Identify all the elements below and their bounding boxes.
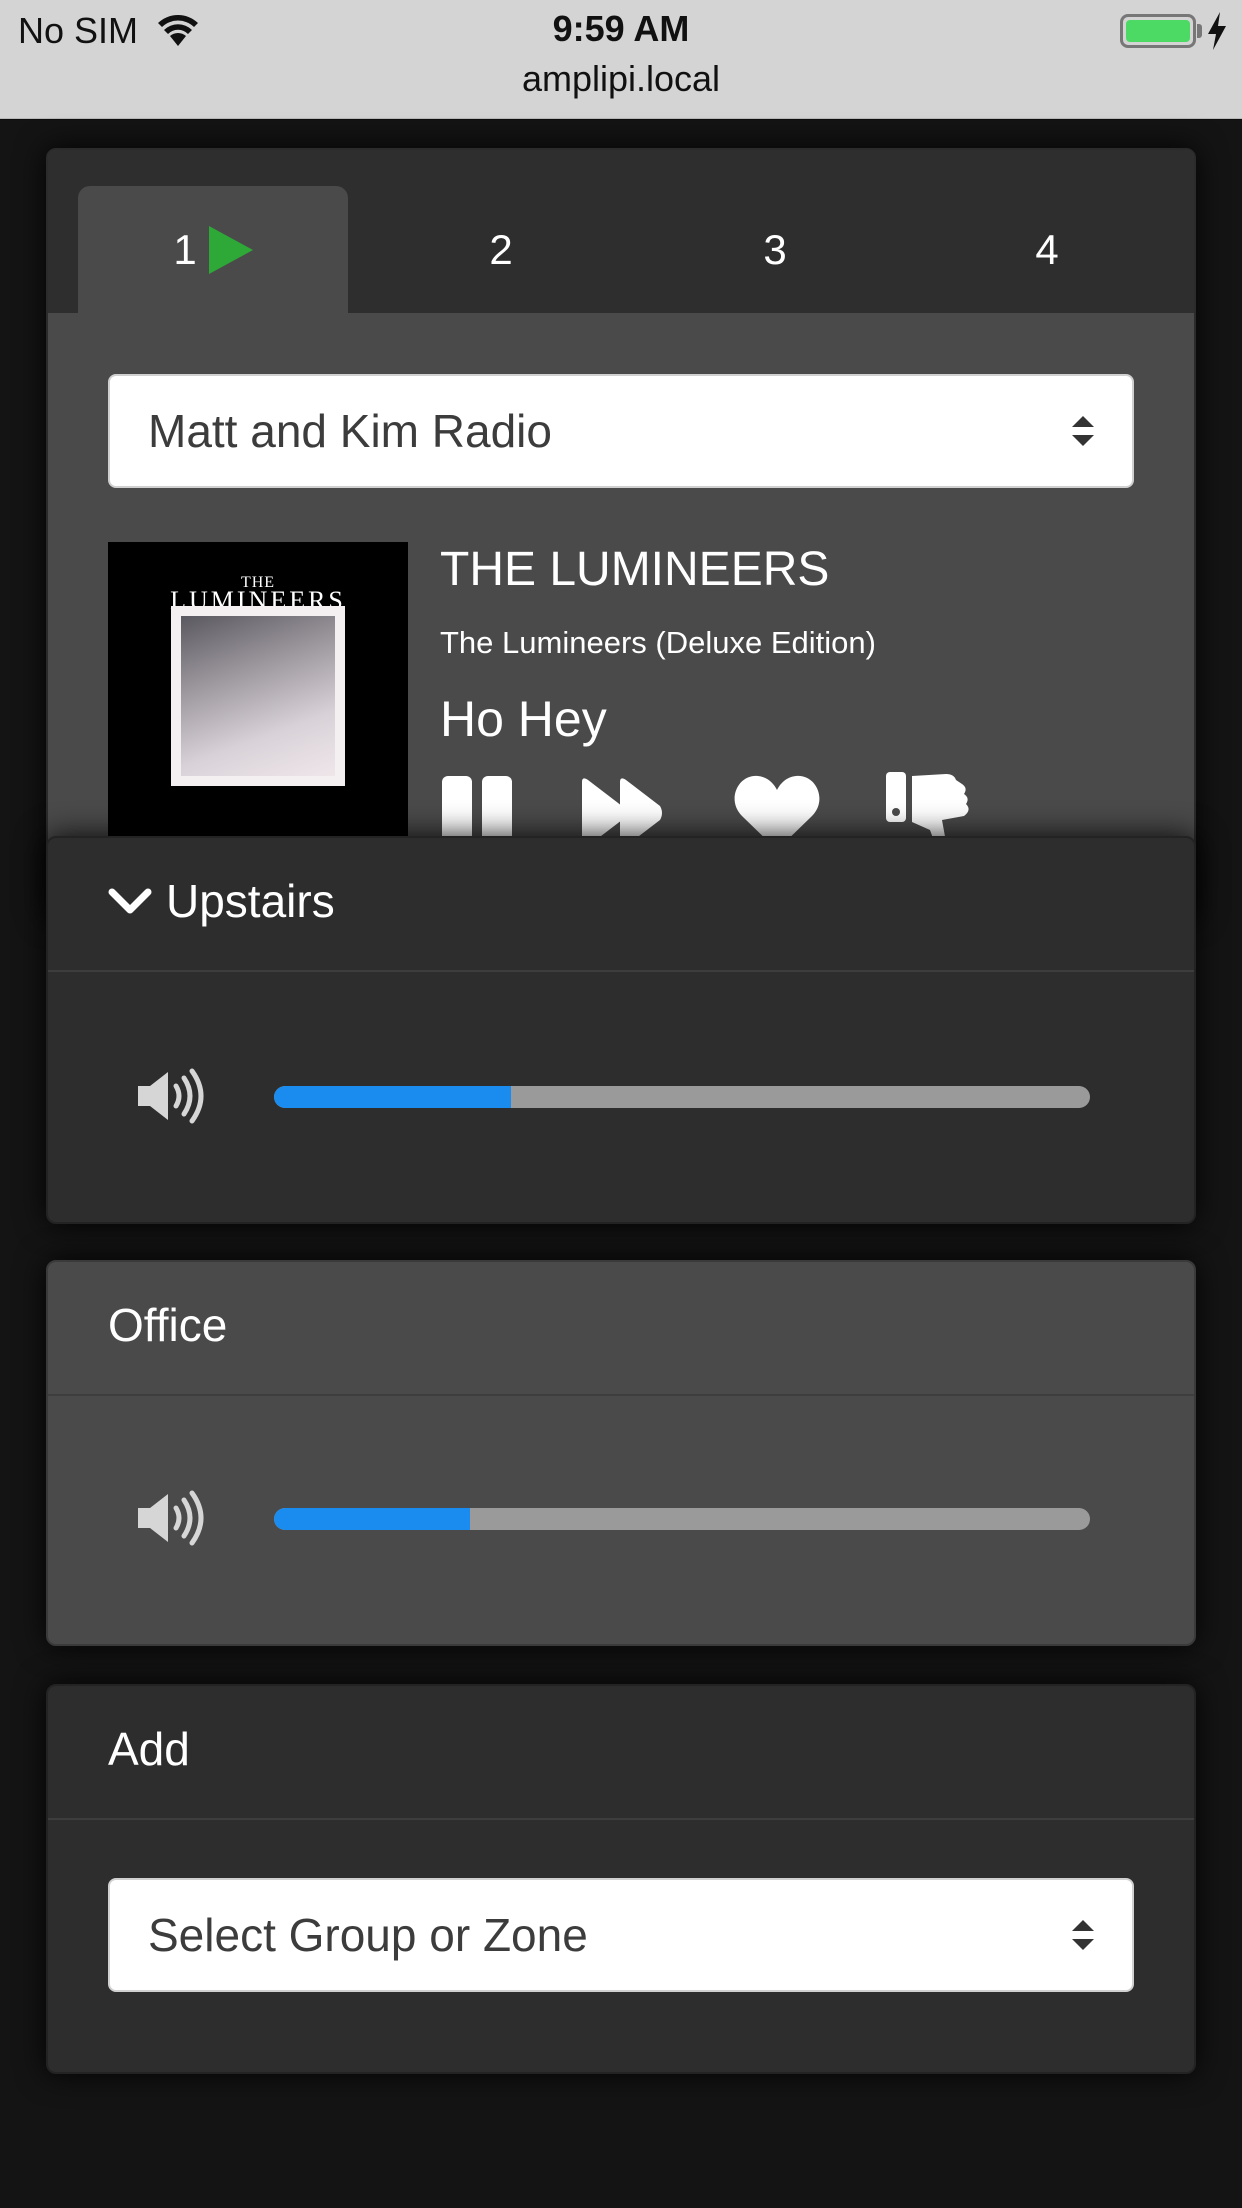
- volume-icon[interactable]: [136, 1068, 206, 1124]
- add-zone-card: Add Select Group or Zone: [46, 1684, 1196, 2074]
- select-arrows-icon: [1072, 1920, 1094, 1950]
- song-title: Ho Hey: [440, 691, 607, 747]
- volume-slider-fill: [274, 1086, 511, 1108]
- zone-header[interactable]: Office: [48, 1262, 1194, 1396]
- tab-source-1[interactable]: 1: [78, 186, 348, 313]
- tab-source-2[interactable]: 2: [366, 186, 636, 313]
- artist-name: THE LUMINEERS: [440, 543, 830, 596]
- add-header: Add: [48, 1686, 1194, 1820]
- add-title: Add: [108, 1723, 190, 1775]
- zone-card-office: Office: [46, 1260, 1196, 1646]
- player-card: 1 2 3 4 Matt and Kim Radio THE LUMINEERS…: [46, 148, 1196, 918]
- tab-label: 2: [489, 226, 513, 273]
- zone-header[interactable]: Upstairs: [48, 838, 1194, 972]
- album-art-photo: [171, 606, 345, 786]
- tab-source-3[interactable]: 3: [640, 186, 910, 313]
- chevron-down-icon[interactable]: [108, 884, 152, 918]
- clock: 9:59 AM: [552, 8, 690, 49]
- zone-title: Upstairs: [166, 875, 335, 927]
- tab-label: 4: [1035, 226, 1059, 273]
- volume-slider-fill: [274, 1508, 470, 1530]
- battery-tip: [1197, 24, 1202, 38]
- zone-card-upstairs: Upstairs: [46, 836, 1196, 1224]
- battery-icon: [1120, 14, 1196, 48]
- album-name: The Lumineers (Deluxe Edition): [440, 625, 876, 660]
- group-zone-select[interactable]: Select Group or Zone: [108, 1878, 1134, 1992]
- source-select[interactable]: Matt and Kim Radio: [108, 374, 1134, 488]
- source-select-value: Matt and Kim Radio: [148, 405, 552, 457]
- source-tabs: 1 2 3 4: [48, 150, 1194, 313]
- tab-source-4[interactable]: 4: [912, 186, 1182, 313]
- volume-slider[interactable]: [274, 1508, 1090, 1530]
- status-bar: No SIM 9:59 AM amplipi.local: [0, 0, 1242, 119]
- url-bar[interactable]: amplipi.local: [0, 58, 1242, 100]
- charging-bolt-icon: [1208, 12, 1226, 50]
- group-zone-select-value: Select Group or Zone: [148, 1909, 588, 1961]
- play-icon: [208, 225, 253, 274]
- select-arrows-icon: [1072, 416, 1094, 446]
- tab-label: 3: [763, 226, 787, 273]
- volume-icon[interactable]: [136, 1490, 206, 1546]
- volume-slider[interactable]: [274, 1086, 1090, 1108]
- album-art: THE LUMINEERS: [108, 542, 408, 842]
- tab-label: 1: [173, 226, 197, 273]
- zone-title: Office: [108, 1299, 228, 1351]
